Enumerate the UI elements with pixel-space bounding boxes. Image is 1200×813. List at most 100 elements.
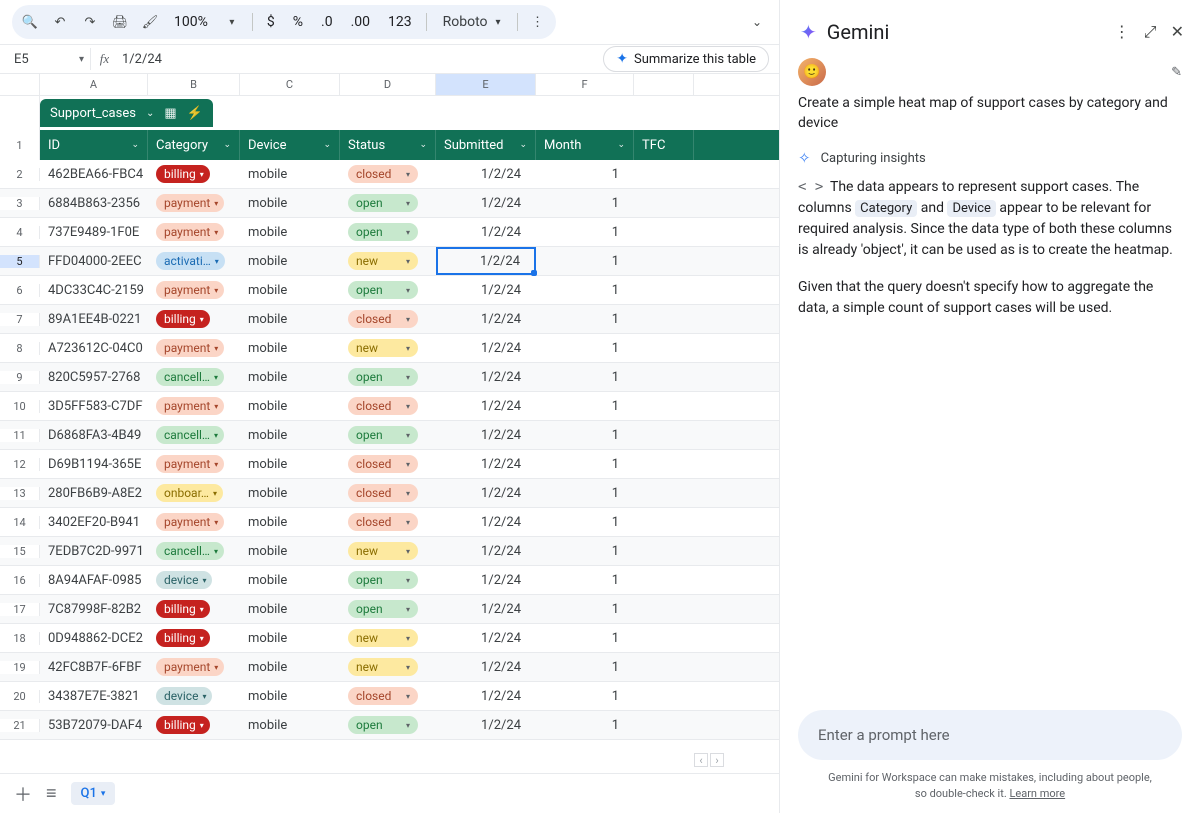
cell-device[interactable]: mobile [240,479,340,507]
cell-id[interactable]: 280FB6B9-A8E2 [40,479,148,507]
row-number[interactable]: 18 [0,632,40,645]
cell-status[interactable]: closed▾ [340,508,436,536]
cell-status[interactable]: closed▾ [340,450,436,478]
category-pill[interactable]: device▾ [156,571,212,589]
table-row[interactable]: 9820C5957-2768cancell…▾mobileopen▾1/2/24… [0,363,779,392]
row-number[interactable]: 11 [0,429,40,442]
cell-month[interactable]: 1 [536,218,634,246]
cell-category[interactable]: payment▾ [148,508,240,536]
status-pill[interactable]: closed▾ [348,165,418,183]
cell-category[interactable]: payment▾ [148,392,240,420]
cell-tfc[interactable] [634,653,694,681]
cell-tfc[interactable] [634,421,694,449]
category-pill[interactable]: billing▾ [156,165,210,183]
status-pill[interactable]: open▾ [348,600,418,618]
cell-tfc[interactable] [634,392,694,420]
cell-submitted[interactable]: 1/2/24 [436,566,536,594]
cell-submitted[interactable]: 1/2/24 [436,595,536,623]
category-pill[interactable]: device▾ [156,687,212,705]
cell-device[interactable]: mobile [240,450,340,478]
status-pill[interactable]: open▾ [348,368,418,386]
cell-id[interactable]: D6868FA3-4B49 [40,421,148,449]
table-row[interactable]: 180D948862-DCE2billing▾mobilenew▾1/2/241 [0,624,779,653]
cell-id[interactable]: FFD04000-2EEC [40,247,148,275]
cell-tfc[interactable] [634,479,694,507]
undo-icon[interactable]: ↶ [50,12,70,32]
cell-tfc[interactable] [634,566,694,594]
cell-device[interactable]: mobile [240,189,340,217]
row-number[interactable]: 12 [0,458,40,471]
cell-device[interactable]: mobile [240,537,340,565]
cell-submitted[interactable]: 1/2/24 [436,305,536,333]
cell-id[interactable]: 820C5957-2768 [40,363,148,391]
increase-decimals-button[interactable]: .00 [347,14,374,30]
cell-submitted[interactable]: 1/2/24 [436,247,536,275]
cell-status[interactable]: closed▾ [340,160,436,188]
cell-device[interactable]: mobile [240,305,340,333]
cell-month[interactable]: 1 [536,682,634,710]
cell-month[interactable]: 1 [536,189,634,217]
header-device[interactable]: Device⌄ [240,130,340,160]
table-row[interactable]: 1942FC8B7F-6FBFpayment▾mobilenew▾1/2/241 [0,653,779,682]
cell-tfc[interactable] [634,218,694,246]
cell-tfc[interactable] [634,160,694,188]
cell-id[interactable]: 8A94AFAF-0985 [40,566,148,594]
cell-tfc[interactable] [634,334,694,362]
cell-device[interactable]: mobile [240,247,340,275]
category-pill[interactable]: billing▾ [156,310,210,328]
row-number[interactable]: 5 [0,255,40,268]
cell-device[interactable]: mobile [240,421,340,449]
cell-status[interactable]: closed▾ [340,479,436,507]
cell-category[interactable]: device▾ [148,682,240,710]
cell-submitted[interactable]: 1/2/24 [436,421,536,449]
cell-tfc[interactable] [634,247,694,275]
cell-tfc[interactable] [634,711,694,739]
cell-category[interactable]: billing▾ [148,624,240,652]
header-submitted[interactable]: Submitted⌄ [436,130,536,160]
cell-id[interactable]: 89A1EE4B-0221 [40,305,148,333]
cell-tfc[interactable] [634,189,694,217]
table-row[interactable]: 8A723612C-04C0payment▾mobilenew▾1/2/241 [0,334,779,363]
cell-status[interactable]: closed▾ [340,392,436,420]
percent-button[interactable]: % [289,14,307,30]
status-pill[interactable]: open▾ [348,571,418,589]
table-row[interactable]: 11D6868FA3-4B49cancell…▾mobileopen▾1/2/2… [0,421,779,450]
close-icon[interactable]: ✕ [1171,22,1184,42]
cell-month[interactable]: 1 [536,595,634,623]
cell-category[interactable]: payment▾ [148,450,240,478]
table-row[interactable]: 13280FB6B9-A8E2onboar…▾mobileclosed▾1/2/… [0,479,779,508]
cell-device[interactable]: mobile [240,160,340,188]
cell-status[interactable]: closed▾ [340,305,436,333]
cell-month[interactable]: 1 [536,450,634,478]
category-pill[interactable]: payment▾ [156,397,224,415]
cell-submitted[interactable]: 1/2/24 [436,334,536,362]
cell-category[interactable]: cancell…▾ [148,421,240,449]
row-number[interactable]: 10 [0,400,40,413]
cell-status[interactable]: open▾ [340,218,436,246]
cell-month[interactable]: 1 [536,160,634,188]
cell-category[interactable]: cancell…▾ [148,363,240,391]
chevron-down-icon[interactable]: ▾ [222,12,242,32]
row-number[interactable]: 3 [0,197,40,210]
prompt-input[interactable]: Enter a prompt here [798,710,1182,760]
row-number[interactable]: 19 [0,661,40,674]
font-select[interactable]: Roboto ▾ [437,14,507,30]
cell-category[interactable]: billing▾ [148,305,240,333]
print-icon[interactable]: 🖨 [110,12,130,32]
category-pill[interactable]: onboar…▾ [156,484,223,502]
table-chip[interactable]: Support_cases ⌄ ▦ ⚡ [40,99,213,127]
column-header-c[interactable]: C [240,74,340,95]
cell-status[interactable]: open▾ [340,189,436,217]
cell-tfc[interactable] [634,363,694,391]
category-pill[interactable]: billing▾ [156,600,210,618]
cell-month[interactable]: 1 [536,479,634,507]
row-number[interactable]: 9 [0,371,40,384]
cell-submitted[interactable]: 1/2/24 [436,218,536,246]
row-number[interactable]: 20 [0,690,40,703]
category-pill[interactable]: payment▾ [156,455,224,473]
search-icon[interactable]: 🔍 [20,12,40,32]
cell-month[interactable]: 1 [536,276,634,304]
category-pill[interactable]: cancell…▾ [156,426,224,444]
cell-tfc[interactable] [634,276,694,304]
cell-month[interactable]: 1 [536,247,634,275]
